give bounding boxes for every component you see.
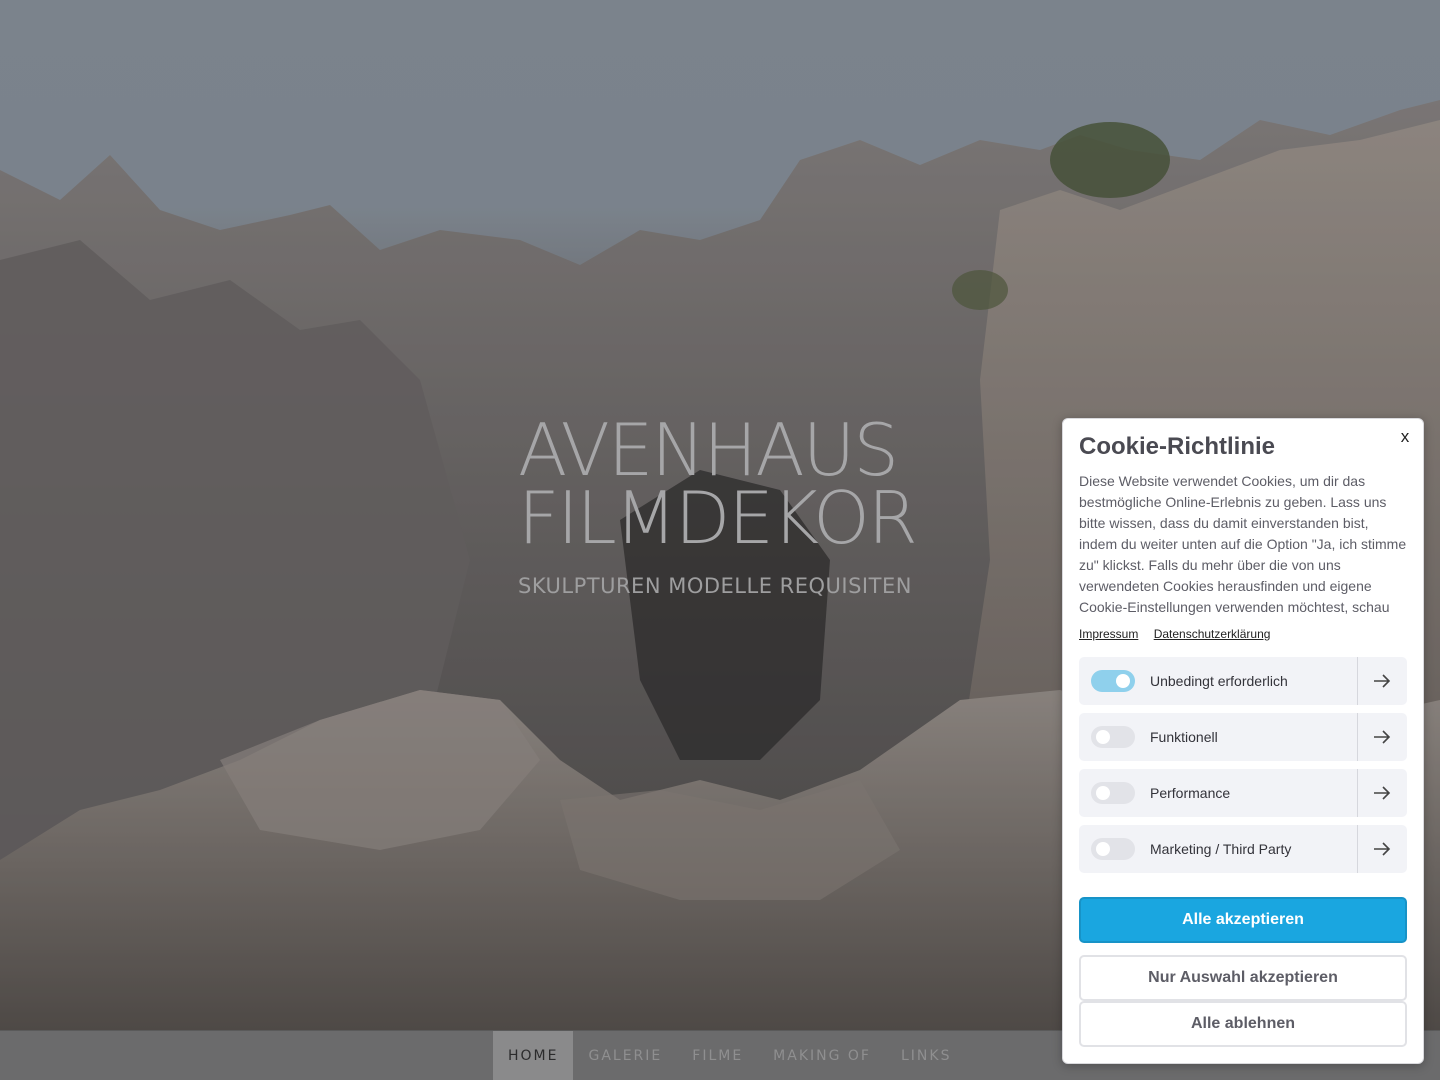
accept-selection-button[interactable]: Nur Auswahl akzeptieren — [1079, 955, 1407, 1001]
arrow-right-icon — [1374, 730, 1391, 744]
expand-arrow-marketing[interactable] — [1357, 825, 1407, 873]
nav-menu: HOME GALERIE FILME MAKING OF LINKS — [493, 1031, 966, 1080]
cookie-description: Diese Website verwendet Cookies, um dir … — [1079, 473, 1407, 615]
nav-item-galerie[interactable]: GALERIE — [573, 1031, 677, 1080]
toggle-knob — [1096, 786, 1110, 800]
brand-title-line2: FILMDEKOR — [518, 476, 918, 560]
toggle-knob — [1096, 842, 1110, 856]
performance-toggle[interactable] — [1091, 782, 1135, 804]
expand-arrow-performance[interactable] — [1357, 769, 1407, 817]
brand-title-line1: AVENHAUS — [518, 408, 899, 492]
cookie-category-essential: Unbedingt erforderlich — [1079, 657, 1407, 705]
functional-toggle[interactable] — [1091, 726, 1135, 748]
category-label: Funktionell — [1150, 729, 1218, 745]
nav-item-home[interactable]: HOME — [493, 1031, 574, 1080]
essential-toggle[interactable] — [1091, 670, 1135, 692]
nav-item-links[interactable]: LINKS — [886, 1031, 966, 1080]
accept-all-button[interactable]: Alle akzeptieren — [1079, 897, 1407, 943]
close-button[interactable]: x — [1397, 427, 1413, 447]
cookie-links: Impressum Datenschutzerklärung — [1079, 627, 1282, 641]
impressum-link[interactable]: Impressum — [1079, 627, 1138, 641]
expand-arrow-essential[interactable] — [1357, 657, 1407, 705]
cookie-title: Cookie-Richtlinie — [1079, 433, 1276, 460]
reject-all-button[interactable]: Alle ablehnen — [1079, 1001, 1407, 1047]
category-label: Unbedingt erforderlich — [1150, 673, 1288, 689]
nav-item-filme[interactable]: FILME — [677, 1031, 758, 1080]
nav-item-making-of[interactable]: MAKING OF — [758, 1031, 886, 1080]
toggle-knob — [1096, 730, 1110, 744]
cookie-consent-dialog: x Cookie-Richtlinie Diese Website verwen… — [1062, 418, 1424, 1064]
expand-arrow-functional[interactable] — [1357, 713, 1407, 761]
brand-tagline: SKULPTUREN MODELLE REQUISITEN — [518, 574, 912, 598]
cookie-category-performance: Performance — [1079, 769, 1407, 817]
category-label: Performance — [1150, 785, 1231, 801]
arrow-right-icon — [1374, 674, 1391, 688]
arrow-right-icon — [1374, 842, 1391, 856]
toggle-knob — [1116, 674, 1130, 688]
page: AVENHAUS FILMDEKOR SKULPTUREN MODELLE RE… — [0, 0, 1440, 1080]
brand-logo: AVENHAUS FILMDEKOR SKULPTUREN MODELLE RE… — [518, 408, 922, 598]
cookie-category-functional: Funktionell — [1079, 713, 1407, 761]
arrow-right-icon — [1374, 786, 1391, 800]
category-label: Marketing / Third Party — [1150, 841, 1292, 857]
privacy-policy-link[interactable]: Datenschutzerklärung — [1154, 627, 1271, 641]
marketing-toggle[interactable] — [1091, 838, 1135, 860]
cookie-category-marketing: Marketing / Third Party — [1079, 825, 1407, 873]
